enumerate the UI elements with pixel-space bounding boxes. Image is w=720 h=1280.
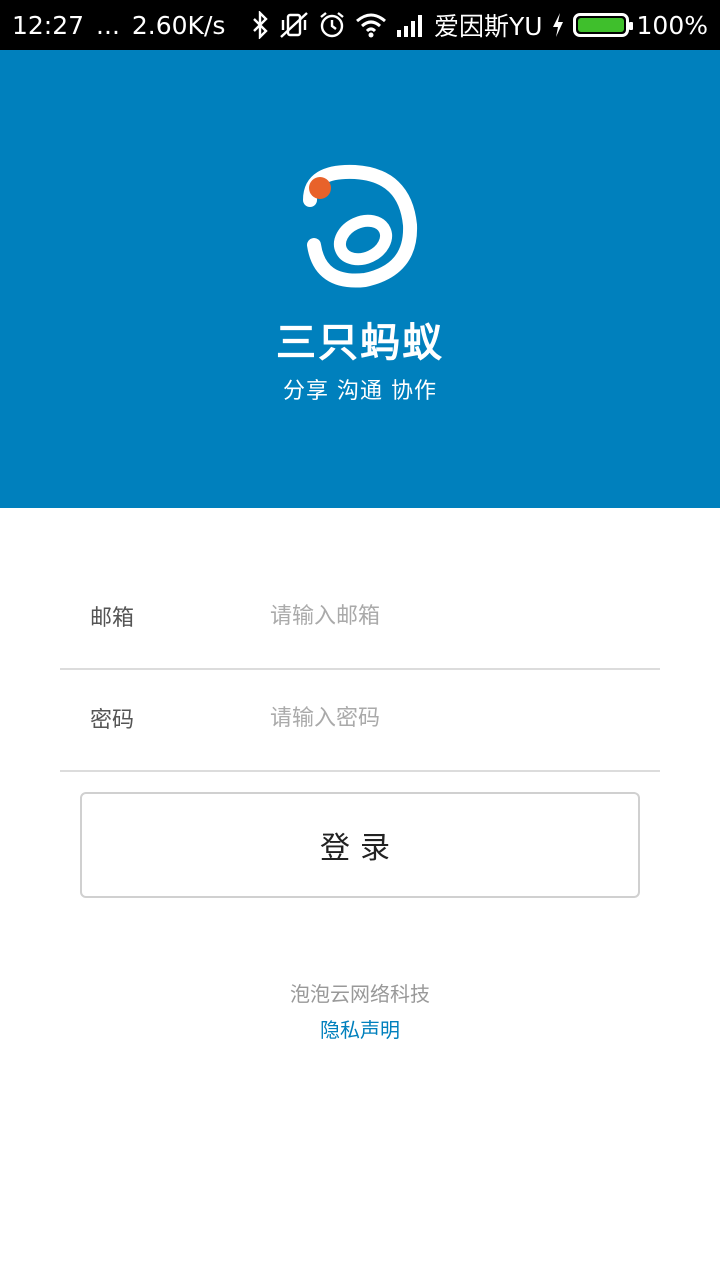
signal-icon [396, 10, 426, 40]
password-input[interactable] [270, 698, 640, 738]
email-input[interactable] [270, 596, 640, 636]
app-name: 三只蚂蚁 [276, 320, 444, 366]
login-button[interactable]: 登录 [80, 792, 640, 898]
email-row: 邮箱 [60, 568, 660, 670]
app-slogan: 分享 沟通 协作 [283, 379, 437, 404]
app-logo-icon [303, 164, 418, 288]
wifi-icon [354, 10, 388, 40]
charging-icon [551, 10, 565, 40]
password-row: 密码 [60, 670, 660, 772]
password-label: 密码 [90, 708, 135, 733]
alarm-icon [318, 10, 346, 40]
status-carrier: 爱因斯YU [433, 12, 543, 41]
status-battery-percent: 100% [636, 10, 708, 40]
status-time: 12:27 [12, 10, 85, 40]
status-bar: 12:27 ... 2.60K/s 爱因斯YU 100% [0, 0, 720, 50]
app-header: 三只蚂蚁 分享 沟通 协作 [0, 50, 720, 508]
privacy-link[interactable]: 隐私声明 [0, 1014, 720, 1043]
battery-fill [577, 18, 624, 32]
email-label: 邮箱 [90, 606, 135, 631]
vibrate-off-icon [278, 10, 310, 40]
battery-icon [572, 13, 633, 37]
status-net-speed: 2.60K/s [131, 10, 226, 40]
bluetooth-icon [250, 10, 270, 40]
company-name: 泡泡云网络科技 [290, 982, 430, 1006]
status-more: ... [96, 10, 120, 40]
